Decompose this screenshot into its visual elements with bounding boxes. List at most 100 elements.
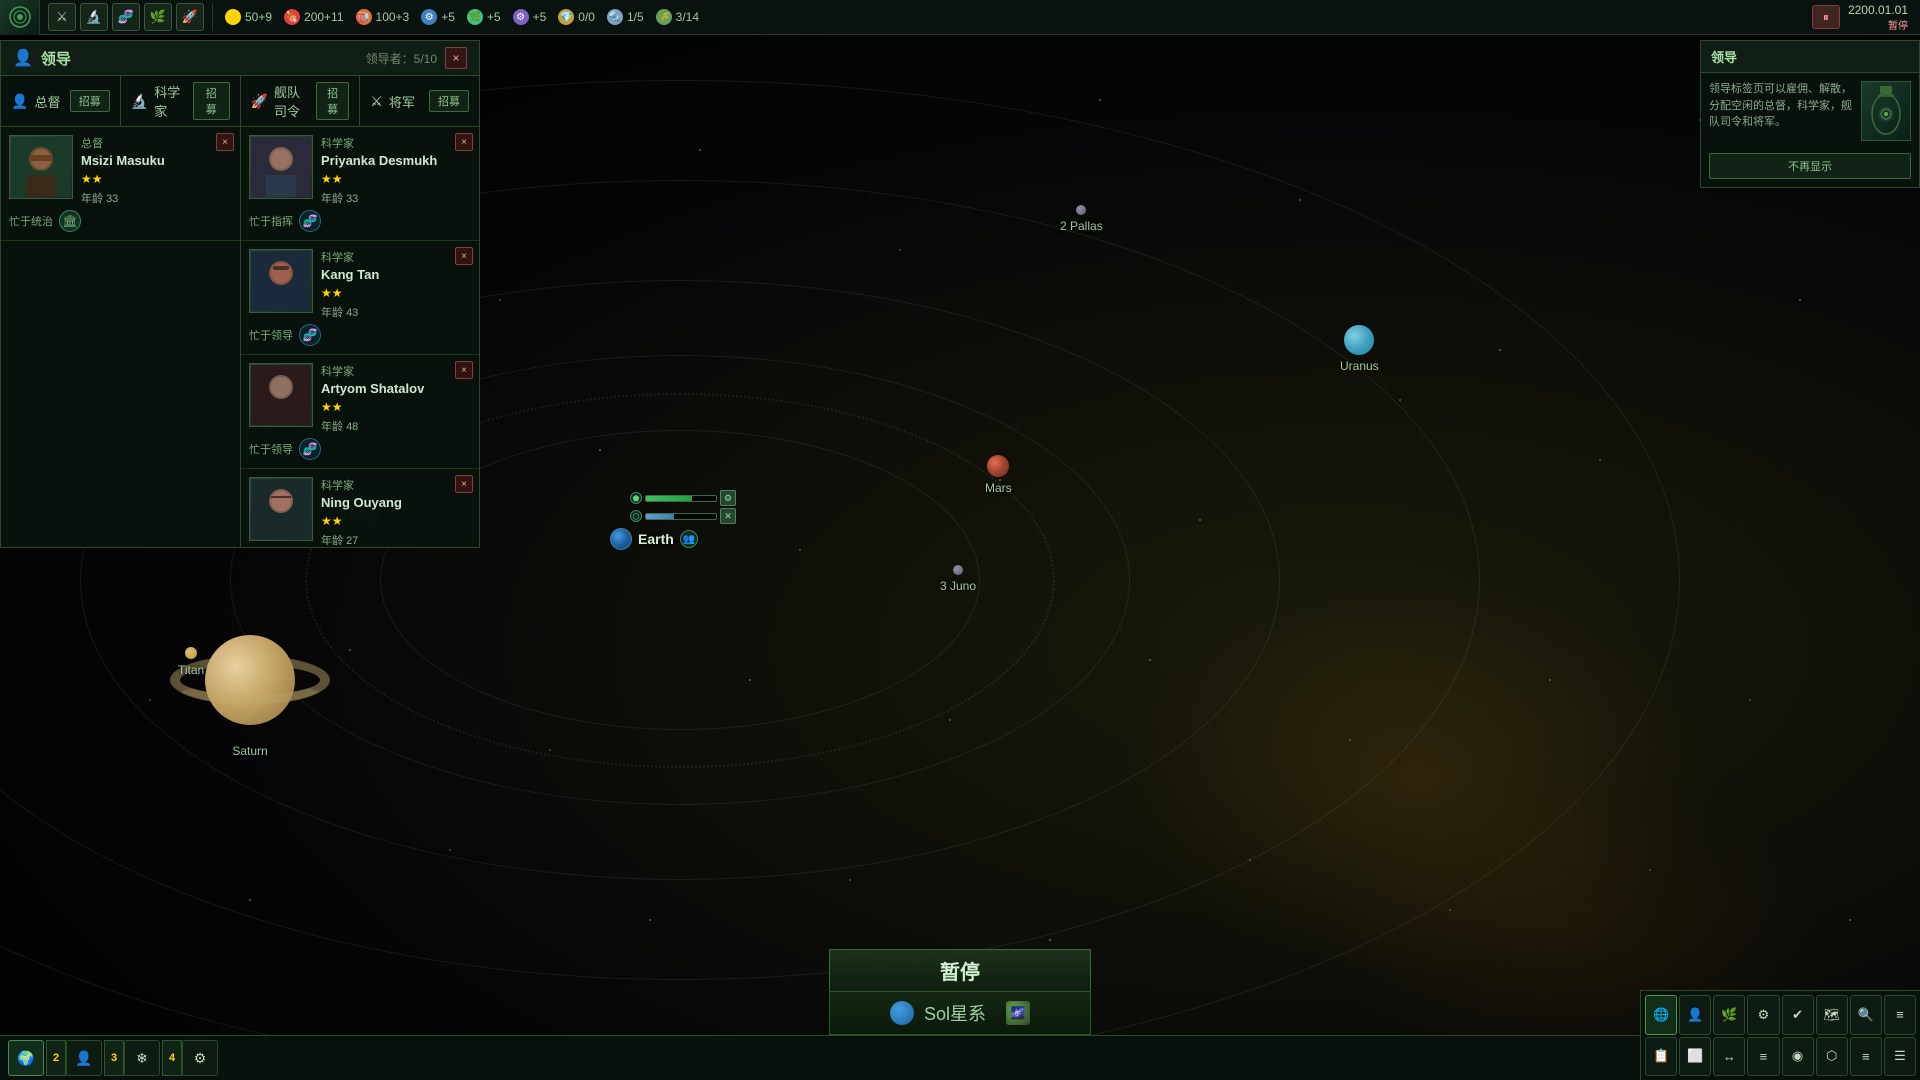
- info-dismiss-button[interactable]: 不再显示: [1709, 153, 1911, 179]
- panel-header-icon: 👤: [13, 48, 33, 68]
- uranus-body: [1344, 325, 1374, 355]
- tab-general[interactable]: ⚔ 将军 招募: [360, 76, 479, 126]
- bottom-tab-3[interactable]: ❄: [124, 1040, 160, 1076]
- scientist-2-portrait: [249, 249, 313, 313]
- scientist-4-inner: 科学家 Ning Ouyang ★★ 年龄 27: [249, 477, 471, 547]
- tab-admiral[interactable]: 🚀 舰队司令 招募: [241, 76, 361, 126]
- scientist-3-dismiss-button[interactable]: ×: [455, 361, 473, 379]
- info-panel: 领导 领导标签页可以雇佣、解散，分配空闲的总督，科学家，舰队司令和将军。 不再显…: [1700, 40, 1920, 188]
- info-panel-header: 领导: [1701, 41, 1919, 73]
- scientist-3-info: 科学家 Artyom Shatalov ★★ 年龄 48: [321, 363, 471, 434]
- scientist-3-inner: 科学家 Artyom Shatalov ★★ 年龄 48: [249, 363, 471, 434]
- scientist-3-status: 忙于领导 🧬: [249, 438, 471, 460]
- scientist-3-name: Artyom Shatalov: [321, 381, 471, 396]
- unity-icon: 🌿: [467, 9, 483, 25]
- governor-stars: ★★: [81, 172, 232, 186]
- br-icon-8[interactable]: ≡: [1884, 995, 1916, 1035]
- panel-title: 领导: [41, 48, 71, 69]
- scientist-1-inner: 科学家 Priyanka Desmukh ★★ 年龄 33: [249, 135, 471, 206]
- bottom-tab-2[interactable]: 👤: [66, 1040, 102, 1076]
- governor-dismiss-button[interactable]: ×: [216, 133, 234, 151]
- food-icon: 🍖: [284, 9, 300, 25]
- toolbar-icon-2[interactable]: 🔬: [80, 3, 108, 31]
- toolbar-icons: ⚔ 🔬 🧬 🌿 🚀: [40, 3, 213, 31]
- scientist-2-stars: ★★: [321, 286, 471, 300]
- governor-card[interactable]: 总督 Msizi Masuku ★★ 年龄 33 × 忙于统治 🏛: [1, 127, 240, 241]
- scientist-3-portrait: [249, 363, 313, 427]
- scientist-4-name: Ning Ouyang: [321, 495, 471, 510]
- uranus-planet[interactable]: Uranus: [1340, 325, 1379, 373]
- br-icon-16[interactable]: ☰: [1884, 1037, 1916, 1077]
- resource-energy: ⚡ 50+9: [225, 9, 272, 25]
- br-icon-6[interactable]: 🗺: [1816, 995, 1848, 1035]
- juno-planet[interactable]: 3 Juno: [940, 565, 976, 593]
- resource-production: 🏭 100+3: [356, 9, 410, 25]
- info-panel-icon: [1861, 81, 1911, 141]
- toolbar-icon-1[interactable]: ⚔: [48, 3, 76, 31]
- game-logo[interactable]: [0, 0, 40, 35]
- panel-content: 总督 Msizi Masuku ★★ 年龄 33 × 忙于统治 🏛: [1, 127, 479, 547]
- scientist-card-4[interactable]: 科学家 Ning Ouyang ★★ 年龄 27 × 忙于领导 🧬: [241, 469, 479, 547]
- br-icon-15[interactable]: ≡: [1850, 1037, 1882, 1077]
- resource-research: ⚙ +5: [421, 9, 455, 25]
- toolbar-icon-5[interactable]: 🚀: [176, 3, 204, 31]
- saturn-planet[interactable]: Saturn: [190, 620, 310, 758]
- production-icon: 🏭: [356, 9, 372, 25]
- governor-column: 总督 Msizi Masuku ★★ 年龄 33 × 忙于统治 🏛: [1, 127, 241, 547]
- scientist-2-dismiss-button[interactable]: ×: [455, 247, 473, 265]
- br-icon-14[interactable]: ⬡: [1816, 1037, 1848, 1077]
- tab-governor[interactable]: 👤 总督 招募: [1, 76, 121, 126]
- br-icon-1[interactable]: 🌐: [1645, 995, 1677, 1035]
- scientist-recruit-button[interactable]: 招募: [193, 82, 230, 120]
- panel-subtitle: 领导者：5/10: [366, 50, 437, 67]
- scientist-3-role: 科学家: [321, 363, 471, 379]
- governor-recruit-button[interactable]: 招募: [70, 90, 110, 112]
- panel-close-button[interactable]: ×: [445, 47, 467, 69]
- br-icon-3[interactable]: 🌿: [1713, 995, 1745, 1035]
- scientist-1-role: 科学家: [321, 135, 471, 151]
- scientist-1-age: 年龄 33: [321, 190, 471, 206]
- scientist-3-age: 年龄 48: [321, 418, 471, 434]
- admiral-recruit-button[interactable]: 招募: [316, 82, 349, 120]
- titan-planet[interactable]: Titan: [178, 647, 204, 677]
- toolbar-icon-4[interactable]: 🌿: [144, 3, 172, 31]
- bottom-tab-1[interactable]: 🌍: [8, 1040, 44, 1076]
- br-icon-13[interactable]: ◉: [1782, 1037, 1814, 1077]
- br-icon-10[interactable]: ⬜: [1679, 1037, 1711, 1077]
- br-icon-11[interactable]: ↔: [1713, 1037, 1745, 1077]
- br-icon-12[interactable]: ≡: [1747, 1037, 1779, 1077]
- governor-portrait: [9, 135, 73, 199]
- scientist-card-1[interactable]: 科学家 Priyanka Desmukh ★★ 年龄 33 × 忙于指挥 🧬: [241, 127, 479, 241]
- pallas-label: 2 Pallas: [1060, 219, 1103, 233]
- bottom-tab-3-number: 3: [104, 1040, 124, 1076]
- br-icon-9[interactable]: 📋: [1645, 1037, 1677, 1077]
- scientist-2-info: 科学家 Kang Tan ★★ 年龄 43: [321, 249, 471, 320]
- br-icon-4[interactable]: ⚙: [1747, 995, 1779, 1035]
- toolbar-icon-3[interactable]: 🧬: [112, 3, 140, 31]
- influence-icon: ⚙: [513, 9, 529, 25]
- uranus-label: Uranus: [1340, 359, 1379, 373]
- scientist-1-stars: ★★: [321, 172, 471, 186]
- scientist-card-2[interactable]: 科学家 Kang Tan ★★ 年龄 43 × 忙于领导 🧬: [241, 241, 479, 355]
- scientist-1-status: 忙于指挥 🧬: [249, 210, 471, 232]
- scientist-1-dismiss-button[interactable]: ×: [455, 133, 473, 151]
- earth-body: [610, 528, 632, 550]
- br-icon-5[interactable]: ✔: [1782, 995, 1814, 1035]
- mars-planet[interactable]: Mars: [985, 455, 1012, 495]
- general-recruit-button[interactable]: 招募: [429, 90, 469, 112]
- br-icon-7[interactable]: 🔍: [1850, 995, 1882, 1035]
- pause-button[interactable]: [1812, 5, 1840, 29]
- scientist-card-3[interactable]: 科学家 Artyom Shatalov ★★ 年龄 48 × 忙于领导 🧬: [241, 355, 479, 469]
- info-panel-body: 领导标签页可以雇佣、解散，分配空闲的总督，科学家，舰队司令和将军。: [1701, 73, 1919, 149]
- br-icon-2[interactable]: 👤: [1679, 995, 1711, 1035]
- sol-banner: Sol星系 🌌: [829, 991, 1091, 1035]
- tab-scientist[interactable]: 🔬 科学家 招募: [121, 76, 241, 126]
- scientist-4-dismiss-button[interactable]: ×: [455, 475, 473, 493]
- resource-special: 💎 0/0: [558, 9, 595, 25]
- bottom-tab-2-group: 2 👤: [46, 1040, 102, 1076]
- pallas-planet[interactable]: 2 Pallas: [1060, 205, 1103, 233]
- resource-unity: 🌿 +5: [467, 9, 501, 25]
- juno-body: [953, 565, 963, 575]
- bottom-tab-4[interactable]: ⚙: [182, 1040, 218, 1076]
- earth-area[interactable]: ⬟ ⚙ ⬡ ✕ Earth 👥: [610, 490, 736, 550]
